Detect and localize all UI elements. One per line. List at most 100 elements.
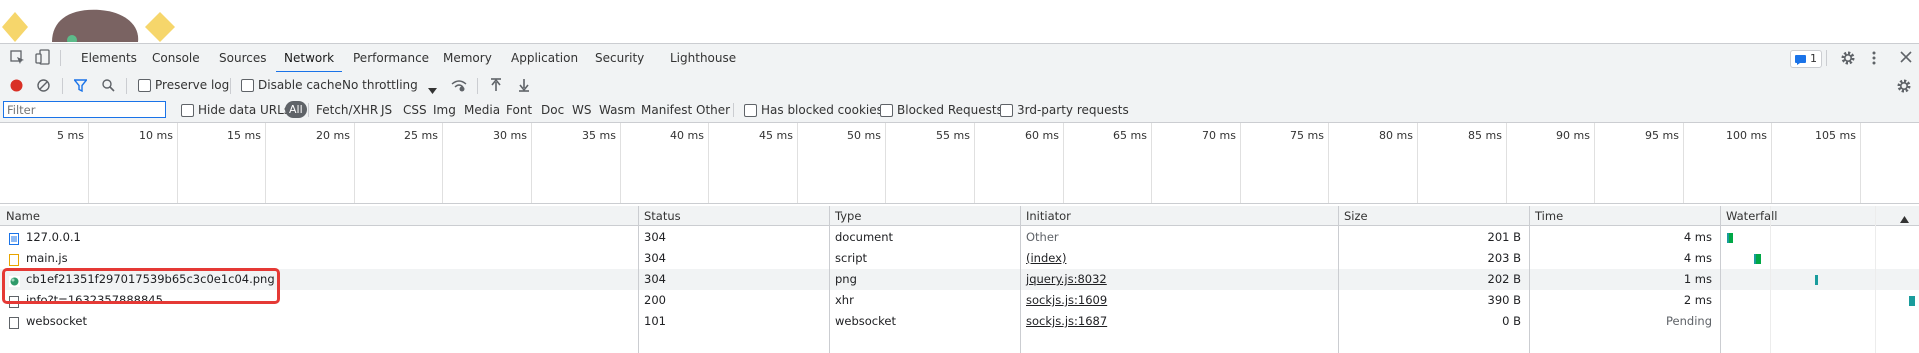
type-filter-font[interactable]: Font	[506, 99, 532, 121]
tab-performance[interactable]: Performance	[351, 44, 431, 72]
cell-initiator[interactable]: sockjs.js:1687	[1020, 311, 1338, 332]
filter-input[interactable]	[3, 101, 166, 118]
filter-icon[interactable]	[73, 79, 88, 95]
initiator-text[interactable]: sockjs.js:1687	[1026, 314, 1107, 328]
cell-type: document	[829, 227, 1020, 248]
timeline-tick-label: 45 ms	[759, 129, 793, 142]
column-header-status[interactable]: Status	[638, 206, 829, 226]
type-filter-manifest[interactable]: Manifest	[641, 99, 692, 121]
column-header-initiator[interactable]: Initiator	[1020, 206, 1338, 226]
cell-status: 304	[638, 227, 829, 248]
type-filter-all[interactable]: All	[285, 101, 307, 118]
chevron-down-icon[interactable]	[428, 83, 437, 97]
initiator-text[interactable]: (index)	[1026, 251, 1066, 265]
table-row[interactable]: info?t=1632357888845 200 xhr sockjs.js:1609…	[0, 290, 1919, 311]
type-filter-ws[interactable]: WS	[572, 99, 591, 121]
column-header-size[interactable]: Size	[1338, 206, 1529, 226]
requests-table: Name Status Type Initiator Size Time Wat…	[0, 206, 1919, 353]
timeline-tick-label: 25 ms	[404, 129, 438, 142]
type-text: document	[835, 230, 894, 244]
column-header-type[interactable]: Type	[829, 206, 1020, 226]
cell-time: 4 ms	[1529, 248, 1720, 269]
separator	[477, 78, 478, 94]
cell-size: 201 B	[1338, 227, 1529, 248]
initiator-text[interactable]: sockjs.js:1609	[1026, 293, 1107, 307]
table-row[interactable]: main.js 304 script (index) 203 B 4 ms	[0, 248, 1919, 269]
settings-gear-icon[interactable]	[1840, 50, 1856, 69]
filter-bar: Hide data URLs All Fetch/XHR JS CSS Img …	[0, 99, 1919, 123]
cell-type: xhr	[829, 290, 1020, 311]
cell-name[interactable]: main.js	[0, 248, 638, 269]
tab-network[interactable]: Network	[275, 44, 343, 73]
type-text: png	[835, 272, 857, 286]
record-icon[interactable]	[10, 79, 23, 95]
separator	[126, 78, 127, 94]
timeline-gridline	[1151, 123, 1152, 203]
type-filter-doc[interactable]: Doc	[541, 99, 564, 121]
type-filter-wasm[interactable]: Wasm	[599, 99, 635, 121]
tab-console[interactable]: Console	[150, 44, 202, 72]
column-header-time[interactable]: Time	[1529, 206, 1720, 226]
table-row[interactable]: websocket 101 websocket sockjs.js:1687 0 B Pe…	[0, 311, 1919, 332]
timeline-gridline	[620, 123, 621, 203]
size-text: 201 B	[1487, 230, 1522, 244]
more-options-icon[interactable]	[1872, 50, 1876, 69]
name-text: websocket	[26, 314, 87, 328]
search-icon[interactable]	[102, 79, 115, 95]
has-blocked-cookies-checkbox[interactable]	[744, 104, 757, 117]
cell-name[interactable]: 127.0.0.1	[0, 227, 638, 248]
tab-lighthouse[interactable]: Lighthouse	[668, 44, 738, 72]
timeline-tick-label: 11	[1885, 129, 1919, 142]
device-toolbar-icon[interactable]	[35, 49, 50, 68]
throttling-select[interactable]: No throttling	[342, 72, 418, 99]
network-conditions-icon[interactable]	[451, 79, 467, 95]
third-party-requests-checkbox[interactable]	[1000, 104, 1013, 117]
disable-cache-checkbox[interactable]	[241, 79, 254, 92]
tab-security[interactable]: Security	[593, 44, 646, 72]
timeline-gridline	[1240, 123, 1241, 203]
preserve-log-checkbox[interactable]	[138, 79, 151, 92]
status-text: 304	[644, 272, 666, 286]
import-har-icon[interactable]	[490, 78, 502, 95]
tab-application[interactable]: Application	[509, 44, 580, 72]
cell-initiator[interactable]: sockjs.js:1609	[1020, 290, 1338, 311]
type-filter-media[interactable]: Media	[464, 99, 500, 121]
issues-badge[interactable]: 1	[1790, 50, 1822, 68]
network-settings-gear-icon[interactable]	[1896, 78, 1912, 97]
network-overview-timeline[interactable]: 5 ms 10 ms 15 ms 20 ms 25 ms 30 ms 35 ms 40 ms 4…	[0, 123, 1919, 204]
table-row[interactable]: 127.0.0.1 304 document Other 201 B 4 ms	[0, 227, 1919, 248]
column-header-name[interactable]: Name	[0, 206, 638, 226]
hide-data-urls-checkbox[interactable]	[181, 104, 194, 117]
timeline-tick-label: 30 ms	[493, 129, 527, 142]
type-filter-js[interactable]: JS	[381, 99, 392, 121]
type-filter-fetch-xhr[interactable]: Fetch/XHR	[316, 99, 378, 121]
timeline-tick-label: 100 ms	[1726, 129, 1767, 142]
cell-initiator[interactable]: Other	[1020, 227, 1338, 248]
inspect-element-icon[interactable]	[10, 50, 25, 68]
initiator-text[interactable]: jquery.js:8032	[1026, 272, 1107, 286]
tab-sources[interactable]: Sources	[217, 44, 268, 72]
export-har-icon[interactable]	[518, 78, 530, 95]
column-divider	[1338, 206, 1339, 353]
type-filter-other[interactable]: Other	[696, 99, 730, 121]
blocked-requests-checkbox[interactable]	[880, 104, 893, 117]
column-header-waterfall[interactable]: Waterfall	[1720, 206, 1919, 226]
timeline-gridline	[442, 123, 443, 203]
cell-initiator[interactable]: jquery.js:8032	[1020, 269, 1338, 290]
timeline-gridline	[1417, 123, 1418, 203]
tab-memory[interactable]: Memory	[441, 44, 494, 72]
timeline-gridline	[885, 123, 886, 203]
timeline-gridline	[708, 123, 709, 203]
highlight-annotation-box	[2, 268, 280, 304]
sort-ascending-icon[interactable]	[1900, 212, 1909, 226]
cell-name[interactable]: websocket	[0, 311, 638, 332]
timeline-gridline	[974, 123, 975, 203]
type-filter-css[interactable]: CSS	[403, 99, 427, 121]
close-devtools-icon[interactable]	[1900, 51, 1912, 66]
cell-initiator[interactable]: (index)	[1020, 248, 1338, 269]
tab-elements[interactable]: Elements	[79, 44, 139, 72]
type-filter-img[interactable]: Img	[433, 99, 456, 121]
clear-icon[interactable]	[37, 79, 50, 95]
table-row[interactable]: cb1ef21351f297017539b65c3c0e1c04.png 304 p…	[0, 269, 1919, 290]
timeline-tick-label: 50 ms	[847, 129, 881, 142]
